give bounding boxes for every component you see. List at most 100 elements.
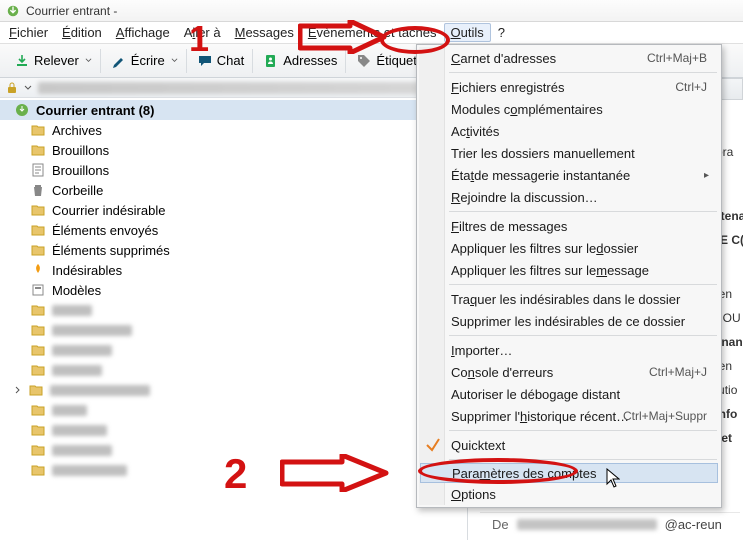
folder-label: Modèles [52, 283, 101, 298]
menubar: Fichier Édition Affichage Aller à Messag… [0, 22, 743, 44]
menu-importer[interactable]: Importer… [419, 339, 719, 361]
adresses-button[interactable]: Adresses [255, 49, 346, 73]
outils-menu: Carnet d'adressesCtrl+Maj+B Fichiers enr… [416, 44, 722, 508]
folder-label: Archives [52, 123, 102, 138]
pencil-icon [111, 53, 127, 69]
menu-filtres[interactable]: Filtres de messages [419, 215, 719, 237]
menu-quicktext[interactable]: Quicktext [419, 434, 719, 456]
adresses-label: Adresses [283, 53, 337, 68]
ecrire-button[interactable]: Écrire [103, 49, 187, 73]
folder-label: Brouillons [52, 143, 109, 158]
folder-indesirables[interactable]: Indésirables [0, 260, 467, 280]
menu-rejoindre[interactable]: Rejoindre la discussion… [419, 186, 719, 208]
message-from-row: De @ac-reun [480, 512, 740, 536]
tag-icon [356, 53, 372, 69]
menu-debogage[interactable]: Autoriser le débogage distant [419, 383, 719, 405]
folder-icon [30, 442, 46, 458]
folder-courrier-indesirable[interactable]: Courrier indésirable [0, 200, 467, 220]
templates-icon [30, 282, 46, 298]
menu-console[interactable]: Console d'erreursCtrl+Maj+J [419, 361, 719, 383]
account-header[interactable] [0, 78, 467, 98]
menu-fichier[interactable]: Fichier [2, 23, 55, 42]
folder-supprimes[interactable]: Éléments supprimés [0, 240, 467, 260]
folder-icon [30, 462, 46, 478]
from-label: De [492, 517, 509, 532]
menu-filtres-message[interactable]: Appliquer les filtres sur le message [419, 259, 719, 281]
folder-icon [30, 362, 46, 378]
menu-etat-messagerie[interactable]: État de messagerie instantanée▸ [419, 164, 719, 186]
menu-outils[interactable]: Outils [444, 23, 491, 42]
menu-edition[interactable]: Édition [55, 23, 109, 42]
junk-icon [30, 262, 46, 278]
folder-icon [28, 382, 44, 398]
from-domain: @ac-reun [665, 517, 722, 532]
folder-label: Courrier entrant (8) [36, 103, 154, 118]
folder-icon [30, 122, 46, 138]
menu-evenements[interactable]: Évènements et tâches [301, 23, 444, 42]
lock-icon [6, 82, 18, 94]
relever-button[interactable]: Relever [6, 49, 101, 73]
folder-icon [30, 242, 46, 258]
folder-icon [30, 302, 46, 318]
folder-blurred[interactable] [0, 300, 467, 320]
menu-affichage[interactable]: Affichage [109, 23, 177, 42]
folder-brouillons[interactable]: Brouillons [0, 140, 467, 160]
chat-label: Chat [217, 53, 244, 68]
trash-icon [30, 182, 46, 198]
chevron-right-icon [14, 386, 22, 394]
chevron-down-icon [171, 57, 178, 64]
folder-blurred[interactable] [0, 340, 467, 360]
folder-blurred[interactable] [0, 320, 467, 340]
annotation-number-2: 2 [224, 450, 247, 498]
menu-traquer[interactable]: Traquer les indésirables dans le dossier [419, 288, 719, 310]
folder-label: Éléments supprimés [52, 243, 170, 258]
drafts-icon [30, 162, 46, 178]
window-title: Courrier entrant - [26, 4, 117, 18]
folder-label: Corbeille [52, 183, 103, 198]
app-icon [6, 4, 20, 18]
menu-filtres-dossier[interactable]: Appliquer les filtres sur le dossier [419, 237, 719, 259]
folder-label: Brouillons [52, 163, 109, 178]
menu-trier-dossiers[interactable]: Trier les dossiers manuellement [419, 142, 719, 164]
menu-activites[interactable]: Activités [419, 120, 719, 142]
folder-icon [30, 402, 46, 418]
menu-fichiers-enregistres[interactable]: Fichiers enregistrésCtrl+J [419, 76, 719, 98]
folder-blurred[interactable] [0, 360, 467, 380]
menu-suppr-indesirables[interactable]: Supprimer les indésirables de ce dossier [419, 310, 719, 332]
menu-modules[interactable]: Modules complémentaires [419, 98, 719, 120]
titlebar: Courrier entrant - [0, 0, 743, 22]
folder-envoyes[interactable]: Éléments envoyés [0, 220, 467, 240]
annotation-number-1: 1 [189, 18, 209, 60]
folder-icon [30, 142, 46, 158]
folder-modeles[interactable]: Modèles [0, 280, 467, 300]
folder-icon [30, 222, 46, 238]
ecrire-label: Écrire [131, 53, 165, 68]
etiquette-label: Étiquett [376, 53, 420, 68]
menu-parametres-comptes[interactable]: Paramètres des comptes [420, 463, 718, 483]
menu-supprimer-historique[interactable]: Supprimer l'historique récent…Ctrl+Maj+S… [419, 405, 719, 427]
folder-icon [30, 422, 46, 438]
folder-blurred[interactable] [0, 420, 467, 440]
menu-carnet-adresses[interactable]: Carnet d'adressesCtrl+Maj+B [419, 47, 719, 69]
folder-tree: Courrier entrant (8) Archives Brouillons… [0, 98, 467, 482]
folder-blurred[interactable] [0, 400, 467, 420]
folder-inbox[interactable]: Courrier entrant (8) [0, 100, 467, 120]
relever-label: Relever [34, 53, 79, 68]
menu-aide[interactable]: ? [491, 23, 512, 42]
menu-options[interactable]: Options [419, 483, 719, 505]
download-icon [14, 53, 30, 69]
folder-corbeille[interactable]: Corbeille [0, 180, 467, 200]
cursor-icon [606, 468, 620, 488]
folder-icon [30, 322, 46, 338]
quicktext-icon [425, 437, 441, 453]
chevron-down-icon [85, 57, 92, 64]
menu-messages[interactable]: Messages [228, 23, 301, 42]
folder-brouillons2[interactable]: Brouillons [0, 160, 467, 180]
folder-label: Indésirables [52, 263, 122, 278]
folder-label: Courrier indésirable [52, 203, 165, 218]
account-name-blurred [38, 82, 427, 94]
folder-label: Éléments envoyés [52, 223, 158, 238]
folder-archives[interactable]: Archives [0, 120, 467, 140]
folder-blurred[interactable] [0, 380, 467, 400]
folder-icon [30, 202, 46, 218]
